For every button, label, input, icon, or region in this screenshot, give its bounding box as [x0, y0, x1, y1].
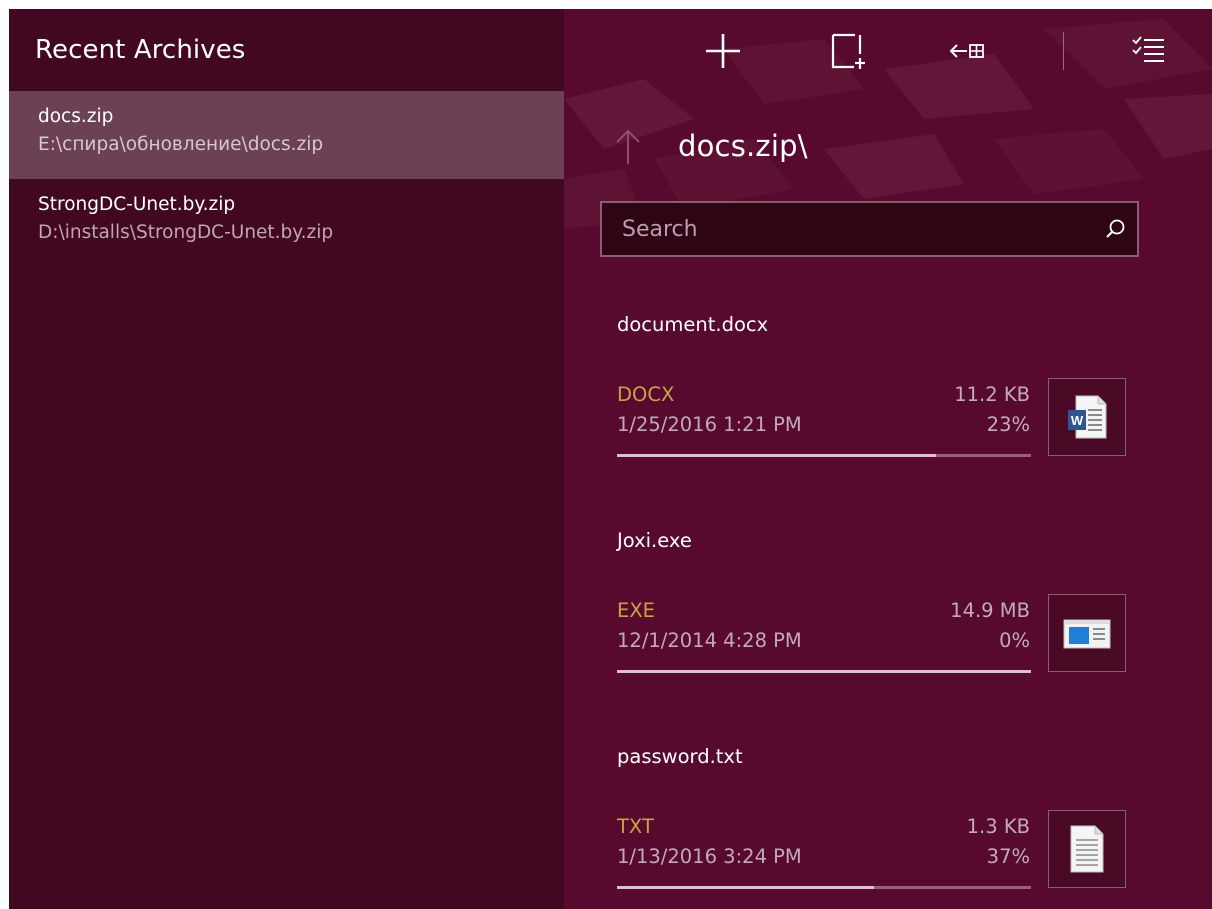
file-item[interactable]: password.txt TXT 1/13/2016 3:24 PM 1.3 K… — [564, 733, 1212, 909]
navigation-bar: docs.zip\ — [610, 124, 808, 168]
compression-bar — [617, 670, 1031, 673]
file-name: Joxi.exe — [617, 529, 692, 552]
select-list-icon — [1132, 36, 1164, 62]
new-file-icon — [831, 33, 865, 69]
app-window: Recent Archives docs.zip E:\спира\обновл… — [9, 9, 1212, 909]
search-input[interactable] — [602, 203, 1093, 255]
application-icon — [1063, 619, 1111, 649]
recent-archives-pane: Recent Archives docs.zip E:\спира\обновл… — [9, 9, 564, 909]
file-size: 11.2 KB — [954, 383, 1030, 406]
archive-path: E:\спира\обновление\docs.zip — [38, 134, 324, 155]
extract-icon — [949, 44, 984, 58]
toolbar-separator — [1063, 32, 1064, 70]
compression-bar — [617, 454, 1031, 457]
search-box — [600, 201, 1139, 257]
compression-bar-fill — [617, 886, 874, 889]
compression-bar-fill — [617, 670, 1031, 673]
arrow-up-icon — [616, 129, 640, 164]
file-type: DOCX — [617, 383, 675, 406]
toolbar — [564, 9, 1212, 95]
file-item[interactable]: Joxi.exe EXE 12/1/2014 4:28 PM 14.9 MB 0… — [564, 517, 1212, 733]
archive-name: docs.zip — [38, 106, 114, 127]
file-thumbnail — [1048, 810, 1126, 888]
current-path: docs.zip\ — [678, 129, 808, 163]
file-type: EXE — [617, 599, 656, 622]
compression-ratio: 37% — [986, 845, 1030, 868]
file-thumbnail — [1048, 594, 1126, 672]
plus-icon — [706, 34, 740, 68]
file-size: 14.9 MB — [950, 599, 1030, 622]
recent-archives-title: Recent Archives — [35, 35, 246, 65]
archive-path: D:\installs\StrongDC-Unet.by.zip — [38, 222, 334, 243]
select-mode-button[interactable] — [1126, 29, 1170, 73]
search-button[interactable] — [1093, 203, 1137, 255]
file-date: 1/25/2016 1:21 PM — [617, 413, 802, 436]
compression-ratio: 0% — [999, 629, 1030, 652]
add-button[interactable] — [701, 29, 745, 73]
compression-bar-fill — [617, 454, 936, 457]
search-icon — [1106, 219, 1125, 238]
file-thumbnail: W — [1048, 378, 1126, 456]
file-list: document.docx DOCX 1/25/2016 1:21 PM 11.… — [564, 301, 1212, 909]
new-file-button[interactable] — [826, 29, 870, 73]
compression-ratio: 23% — [986, 413, 1030, 436]
navigate-up-button[interactable] — [610, 124, 646, 168]
archive-name: StrongDC-Unet.by.zip — [38, 194, 236, 215]
compression-bar — [617, 886, 1031, 889]
text-file-icon — [1070, 825, 1104, 873]
svg-text:W: W — [1071, 413, 1084, 428]
archive-list: docs.zip E:\спира\обновление\docs.zip St… — [9, 91, 564, 259]
file-item[interactable]: document.docx DOCX 1/25/2016 1:21 PM 11.… — [564, 301, 1212, 517]
file-date: 12/1/2014 4:28 PM — [617, 629, 802, 652]
file-name: password.txt — [617, 745, 743, 768]
archive-contents-pane: docs.zip\ document.docx DOCX 1/25/2016 1… — [564, 9, 1212, 909]
file-type: TXT — [617, 815, 654, 838]
word-document-icon: W — [1068, 395, 1107, 439]
file-name: document.docx — [617, 313, 769, 336]
file-size: 1.3 KB — [966, 815, 1030, 838]
file-date: 1/13/2016 3:24 PM — [617, 845, 802, 868]
archive-item-strongdc[interactable]: StrongDC-Unet.by.zip D:\installs\StrongD… — [9, 179, 564, 259]
extract-button[interactable] — [947, 29, 991, 73]
archive-item-docs[interactable]: docs.zip E:\спира\обновление\docs.zip — [9, 91, 564, 179]
